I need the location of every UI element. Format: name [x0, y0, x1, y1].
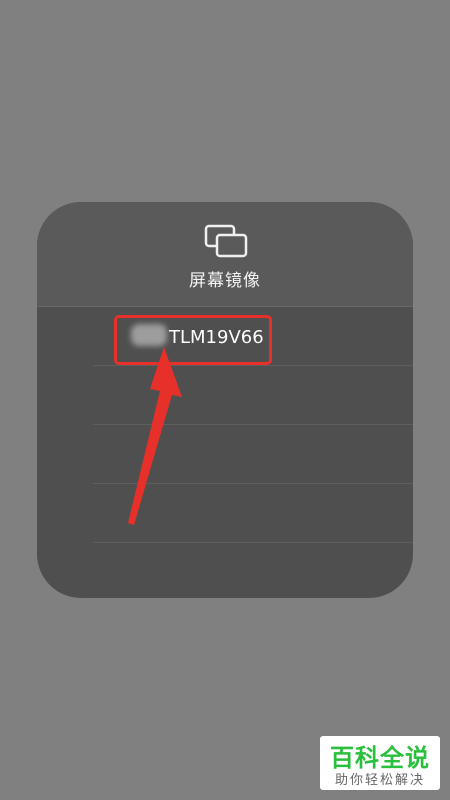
screen-mirroring-icon: [204, 224, 248, 258]
panel-title: 屏幕镜像: [189, 271, 261, 291]
watermark-subtitle: 助你轻松解决: [334, 773, 425, 788]
red-arrow-annotation: [128, 347, 182, 525]
screen: 屏幕镜像 海信TLM19V66 百科全说 助你轻松解决: [0, 0, 450, 800]
watermark-title: 百科全说: [330, 744, 430, 772]
panel-header: 屏幕镜像: [37, 202, 413, 307]
watermark: 百科全说 助你轻松解决: [320, 736, 440, 790]
screen-mirroring-panel: 屏幕镜像 海信TLM19V66: [37, 202, 413, 598]
